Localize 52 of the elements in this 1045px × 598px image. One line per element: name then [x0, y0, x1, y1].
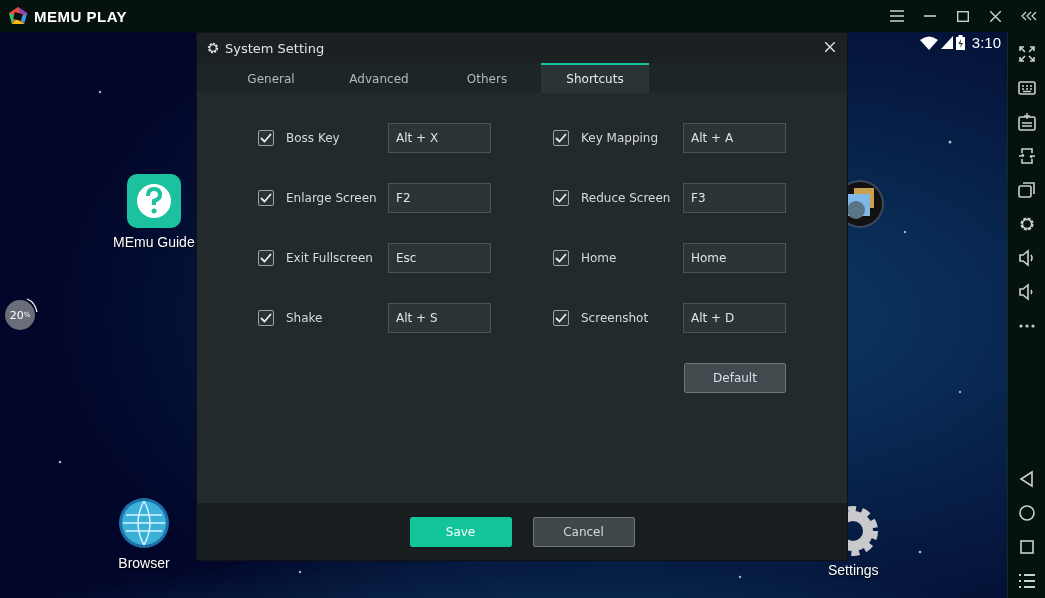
checkbox[interactable] [553, 190, 569, 206]
battery-icon [955, 35, 965, 50]
windows-icon[interactable] [1016, 180, 1037, 200]
tab[interactable]: Shortcuts [541, 63, 649, 93]
checkbox[interactable] [258, 310, 274, 326]
shortcut-field[interactable]: Home [683, 243, 786, 273]
progress-arc [26, 298, 38, 313]
checkbox[interactable] [258, 190, 274, 206]
shortcut-label: Reduce Screen [581, 191, 672, 205]
app-label: Settings [828, 562, 879, 578]
shortcut-label: Screenshot [581, 311, 650, 325]
logo-icon [8, 6, 28, 26]
app-label: MEmu Guide [113, 234, 195, 250]
checkbox[interactable] [553, 250, 569, 266]
app-logo-text: MEMU PLAY [34, 7, 128, 25]
keyboard-icon[interactable] [1016, 78, 1037, 98]
tab[interactable]: Others [433, 63, 541, 93]
shortcut-label: Enlarge Screen [286, 191, 378, 205]
clock-time: 3:10 [971, 34, 1001, 51]
shake-icon[interactable] [1016, 146, 1037, 166]
shortcut-field[interactable]: Alt + S [388, 303, 491, 333]
shortcut-label: Home [581, 251, 618, 265]
apk-icon[interactable] [1016, 112, 1037, 132]
tab[interactable]: Advanced [325, 63, 433, 93]
app-label: Browser [118, 555, 170, 571]
shortcut-field[interactable]: Alt + A [683, 123, 786, 153]
globe-icon[interactable] [118, 497, 170, 549]
default-button[interactable]: Default [684, 363, 786, 393]
checkbox[interactable] [258, 130, 274, 146]
shortcut-label: Boss Key [286, 131, 341, 145]
home-icon[interactable] [1016, 503, 1037, 523]
wifi-icon [919, 35, 938, 50]
close-icon[interactable] [825, 42, 837, 54]
settings-icon [207, 42, 219, 54]
list-icon[interactable] [1016, 571, 1037, 591]
checkbox[interactable] [553, 130, 569, 146]
checkbox[interactable] [553, 310, 569, 326]
fullscreen-icon[interactable] [1016, 44, 1037, 64]
shortcut-field[interactable]: Alt + X [388, 123, 491, 153]
shortcut-label: Exit Fullscreen [286, 251, 374, 265]
shortcut-label: Shake [286, 311, 324, 325]
dialog-title: System Setting [225, 40, 326, 56]
shortcut-field[interactable]: Esc [388, 243, 491, 273]
tab[interactable]: General [217, 63, 325, 93]
help-icon[interactable] [126, 174, 181, 228]
shortcut-field[interactable]: F3 [683, 183, 786, 213]
signal-icon [940, 36, 953, 49]
shortcut-label: Key Mapping [581, 131, 660, 145]
shortcut-field[interactable]: Alt + D [683, 303, 786, 333]
cancel-button[interactable]: Cancel [532, 516, 635, 547]
checkbox[interactable] [258, 250, 274, 266]
shortcut-field[interactable]: F2 [388, 183, 491, 213]
